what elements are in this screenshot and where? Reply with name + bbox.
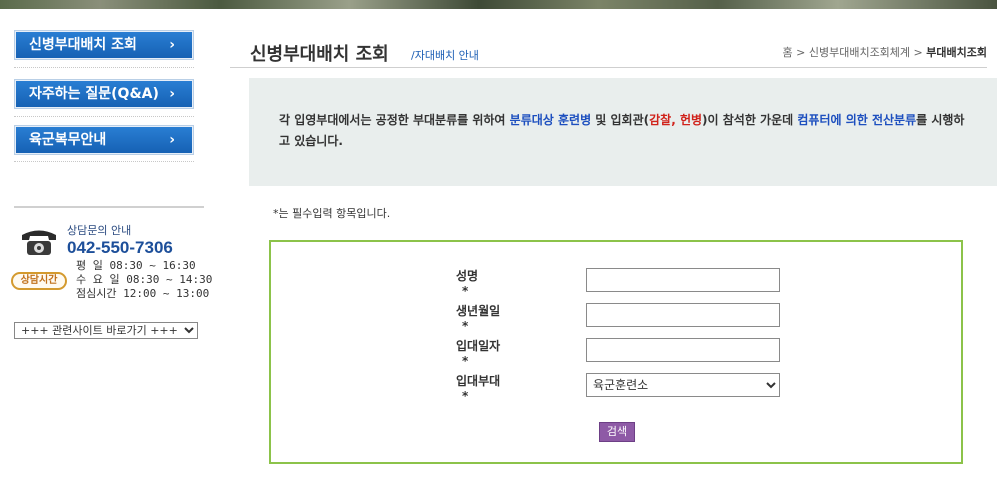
notice-text: 각 입영부대에서는 공정한 부대분류를 위하여 분류대상 훈련병 및 입회관(감…: [279, 110, 969, 152]
main-content: 신병부대배치 조회 /자대배치 안내 홈 > 신병부대배치조회체계 > 부대배치…: [230, 0, 997, 477]
breadcrumb-separator: >: [913, 46, 923, 59]
telephone-icon: [22, 230, 56, 255]
enlistment-date-input[interactable]: [586, 338, 780, 362]
breadcrumb-separator: >: [796, 46, 806, 59]
divider: [14, 67, 194, 68]
nav-button-army-service-guide[interactable]: 육군복무안내 ›: [14, 125, 194, 155]
divider: [14, 161, 194, 162]
page-title: 신병부대배치 조회: [250, 44, 389, 65]
name-label: 성명*: [456, 267, 566, 298]
divider: [14, 116, 194, 117]
breadcrumb-home[interactable]: 홈: [783, 46, 793, 59]
related-sites-select[interactable]: +++ 관련사이트 바로가기 +++: [14, 322, 198, 339]
hours-badge: 상담시간: [11, 272, 67, 290]
contact-phone-number: 042-550-7306: [67, 238, 173, 257]
search-form: 성명* 생년월일* 입대일자* 입대부대* 육군훈련소 검색: [269, 240, 963, 464]
contact-info: 상담문의 안내 042-550-7306 상담시간 평 일 08:30 ~ 16…: [11, 206, 212, 301]
hours-wednesday: 수 요 일 08:30 ~ 14:30: [76, 273, 213, 286]
chevron-right-icon: ›: [169, 37, 175, 53]
enlistment-unit-select[interactable]: 육군훈련소: [586, 373, 780, 397]
notice-segment: )이 참석한 가운데: [702, 113, 798, 127]
breadcrumb-current: 부대배치조회: [926, 46, 987, 59]
field-label-text: 생년월일: [456, 304, 501, 318]
hours-weekday: 평 일 08:30 ~ 16:30: [76, 259, 196, 272]
notice-segment: 각 입영부대에서는 공정한 부대분류를 위하여: [279, 113, 510, 127]
nav-button-faq[interactable]: 자주하는 질문(Q&A) ›: [14, 79, 194, 109]
birthdate-input[interactable]: [586, 303, 780, 327]
contact-title: 상담문의 안내: [67, 224, 132, 237]
field-label-text: 성명: [456, 269, 479, 283]
breadcrumb-parent[interactable]: 신병부대배치조회체계: [809, 46, 910, 59]
consult-hours: 평 일 08:30 ~ 16:30 수 요 일 08:30 ~ 14:30 점심…: [76, 259, 212, 301]
enlistment-date-label: 입대일자*: [456, 337, 566, 368]
hours-lunch: 점심시간 12:00 ~ 13:00: [76, 287, 210, 300]
notice-highlight: 분류대상 훈련병: [509, 113, 592, 127]
divider: [230, 67, 987, 68]
required-star: *: [462, 389, 469, 403]
nav-button-placement-lookup[interactable]: 신병부대배치 조회 ›: [14, 30, 194, 60]
nav-button-label: 신병부대배치 조회: [29, 37, 137, 53]
notice-box: 각 입영부대에서는 공정한 부대분류를 위하여 분류대상 훈련병 및 입회관(감…: [249, 78, 997, 186]
notice-highlight: 컴퓨터에 의한 전산분류: [797, 113, 917, 127]
notice-highlight-red: 감찰, 헌병: [649, 113, 703, 127]
field-label-text: 입대부대: [456, 374, 501, 388]
required-star: *: [462, 354, 469, 368]
search-button[interactable]: 검색: [599, 422, 635, 442]
nav-button-label: 자주하는 질문(Q&A): [29, 86, 159, 102]
nav-button-label: 육군복무안내: [29, 132, 107, 148]
page-subtitle: /자대배치 안내: [411, 49, 479, 62]
required-field-note: *는 필수입력 항목입니다.: [273, 207, 391, 220]
required-star: *: [462, 284, 469, 298]
name-input[interactable]: [586, 268, 780, 292]
birthdate-label: 생년월일*: [456, 302, 566, 333]
field-label-text: 입대일자: [456, 339, 501, 353]
required-star: *: [462, 319, 469, 333]
chevron-right-icon: ›: [169, 132, 175, 148]
enlistment-unit-label: 입대부대*: [456, 372, 566, 403]
breadcrumb: 홈 > 신병부대배치조회체계 > 부대배치조회: [783, 44, 988, 60]
notice-segment: 및 입회관(: [591, 113, 650, 127]
chevron-right-icon: ›: [169, 86, 175, 102]
